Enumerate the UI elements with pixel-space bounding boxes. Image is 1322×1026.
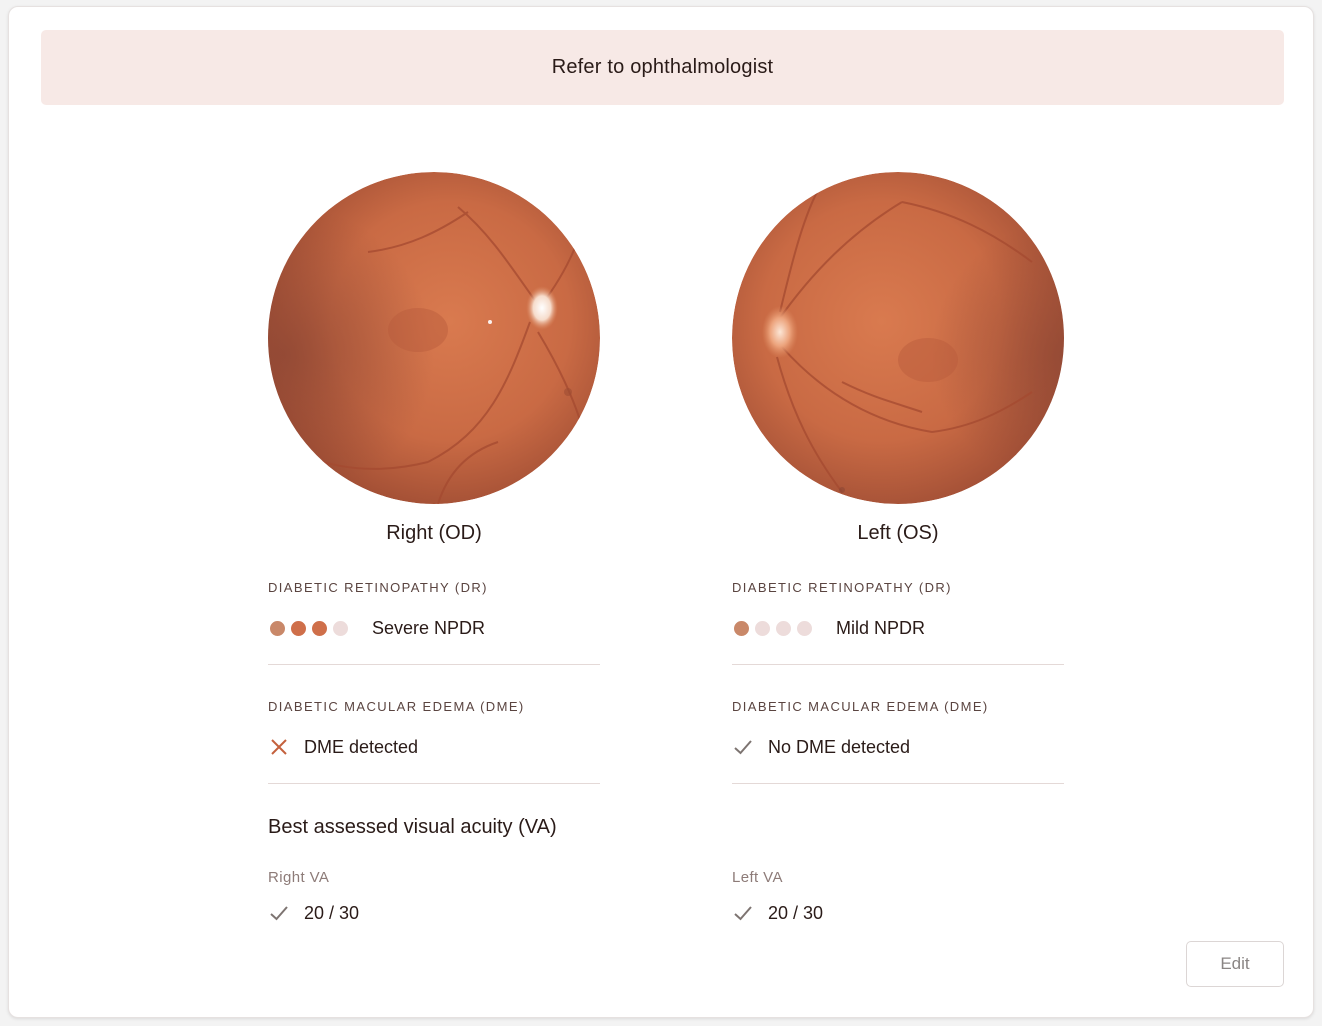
right-va-label: Right VA (268, 869, 330, 886)
right-divider-1 (268, 664, 600, 665)
left-va-row: 20 / 30 (732, 902, 823, 924)
left-dme-status: No DME detected (768, 736, 911, 757)
edit-button[interactable]: Edit (1186, 941, 1284, 987)
left-fundus-image (732, 172, 1064, 504)
va-heading: Best assessed visual acuity (VA) (268, 816, 557, 838)
referral-banner: Refer to ophthalmologist (41, 30, 1284, 105)
right-dr-grade-row: Severe NPDR (268, 615, 600, 641)
right-dme-row: DME detected (268, 734, 600, 760)
right-va-row: 20 / 30 (268, 902, 359, 924)
left-va-label: Left VA (732, 869, 783, 886)
severity-dot (776, 620, 791, 636)
referral-card: Refer to ophthalmologist (8, 6, 1314, 1018)
left-eye-column: Left (OS) DIABETIC RETINOPATHY (DR) Mild… (732, 172, 1064, 784)
right-va-block: Right VA 20 / 30 (268, 868, 359, 924)
severity-dot (291, 620, 306, 636)
left-divider-1 (732, 664, 1064, 665)
right-dr-severity-dots (270, 620, 348, 636)
right-eye-label: Right (OD) (386, 522, 482, 544)
severity-dot (755, 620, 770, 636)
left-dr-title: DIABETIC RETINOPATHY (DR) (732, 580, 952, 595)
left-dme-title: DIABETIC MACULAR EDEMA (DME) (732, 699, 989, 714)
right-va-value: 20 / 30 (304, 902, 360, 923)
check-icon (734, 740, 752, 755)
right-dr-title: DIABETIC RETINOPATHY (DR) (268, 580, 488, 595)
severity-dot (333, 620, 348, 636)
severity-dot (797, 620, 812, 636)
right-dr-grade: Severe NPDR (372, 617, 486, 638)
severity-dot (312, 620, 327, 636)
left-divider-2 (732, 783, 1064, 784)
check-icon (270, 906, 288, 921)
severity-dot (270, 620, 285, 636)
left-dr-severity-dots (734, 620, 812, 636)
close-icon (271, 739, 287, 755)
left-va-block: Left VA 20 / 30 (732, 868, 823, 924)
left-dr-grade: Mild NPDR (836, 617, 926, 638)
left-va-value: 20 / 30 (768, 902, 824, 923)
right-dme-status: DME detected (304, 736, 419, 757)
left-eye-label: Left (OS) (857, 522, 939, 544)
referral-banner-text: Refer to ophthalmologist (551, 56, 774, 78)
right-fundus-image (268, 172, 600, 504)
right-eye-column: Right (OD) DIABETIC RETINOPATHY (DR) Sev… (268, 172, 600, 784)
check-icon (734, 906, 752, 921)
right-dme-title: DIABETIC MACULAR EDEMA (DME) (268, 699, 525, 714)
left-dme-row: No DME detected (732, 734, 1064, 760)
right-divider-2 (268, 783, 600, 784)
severity-dot (734, 620, 749, 636)
left-dr-grade-row: Mild NPDR (732, 615, 1064, 641)
